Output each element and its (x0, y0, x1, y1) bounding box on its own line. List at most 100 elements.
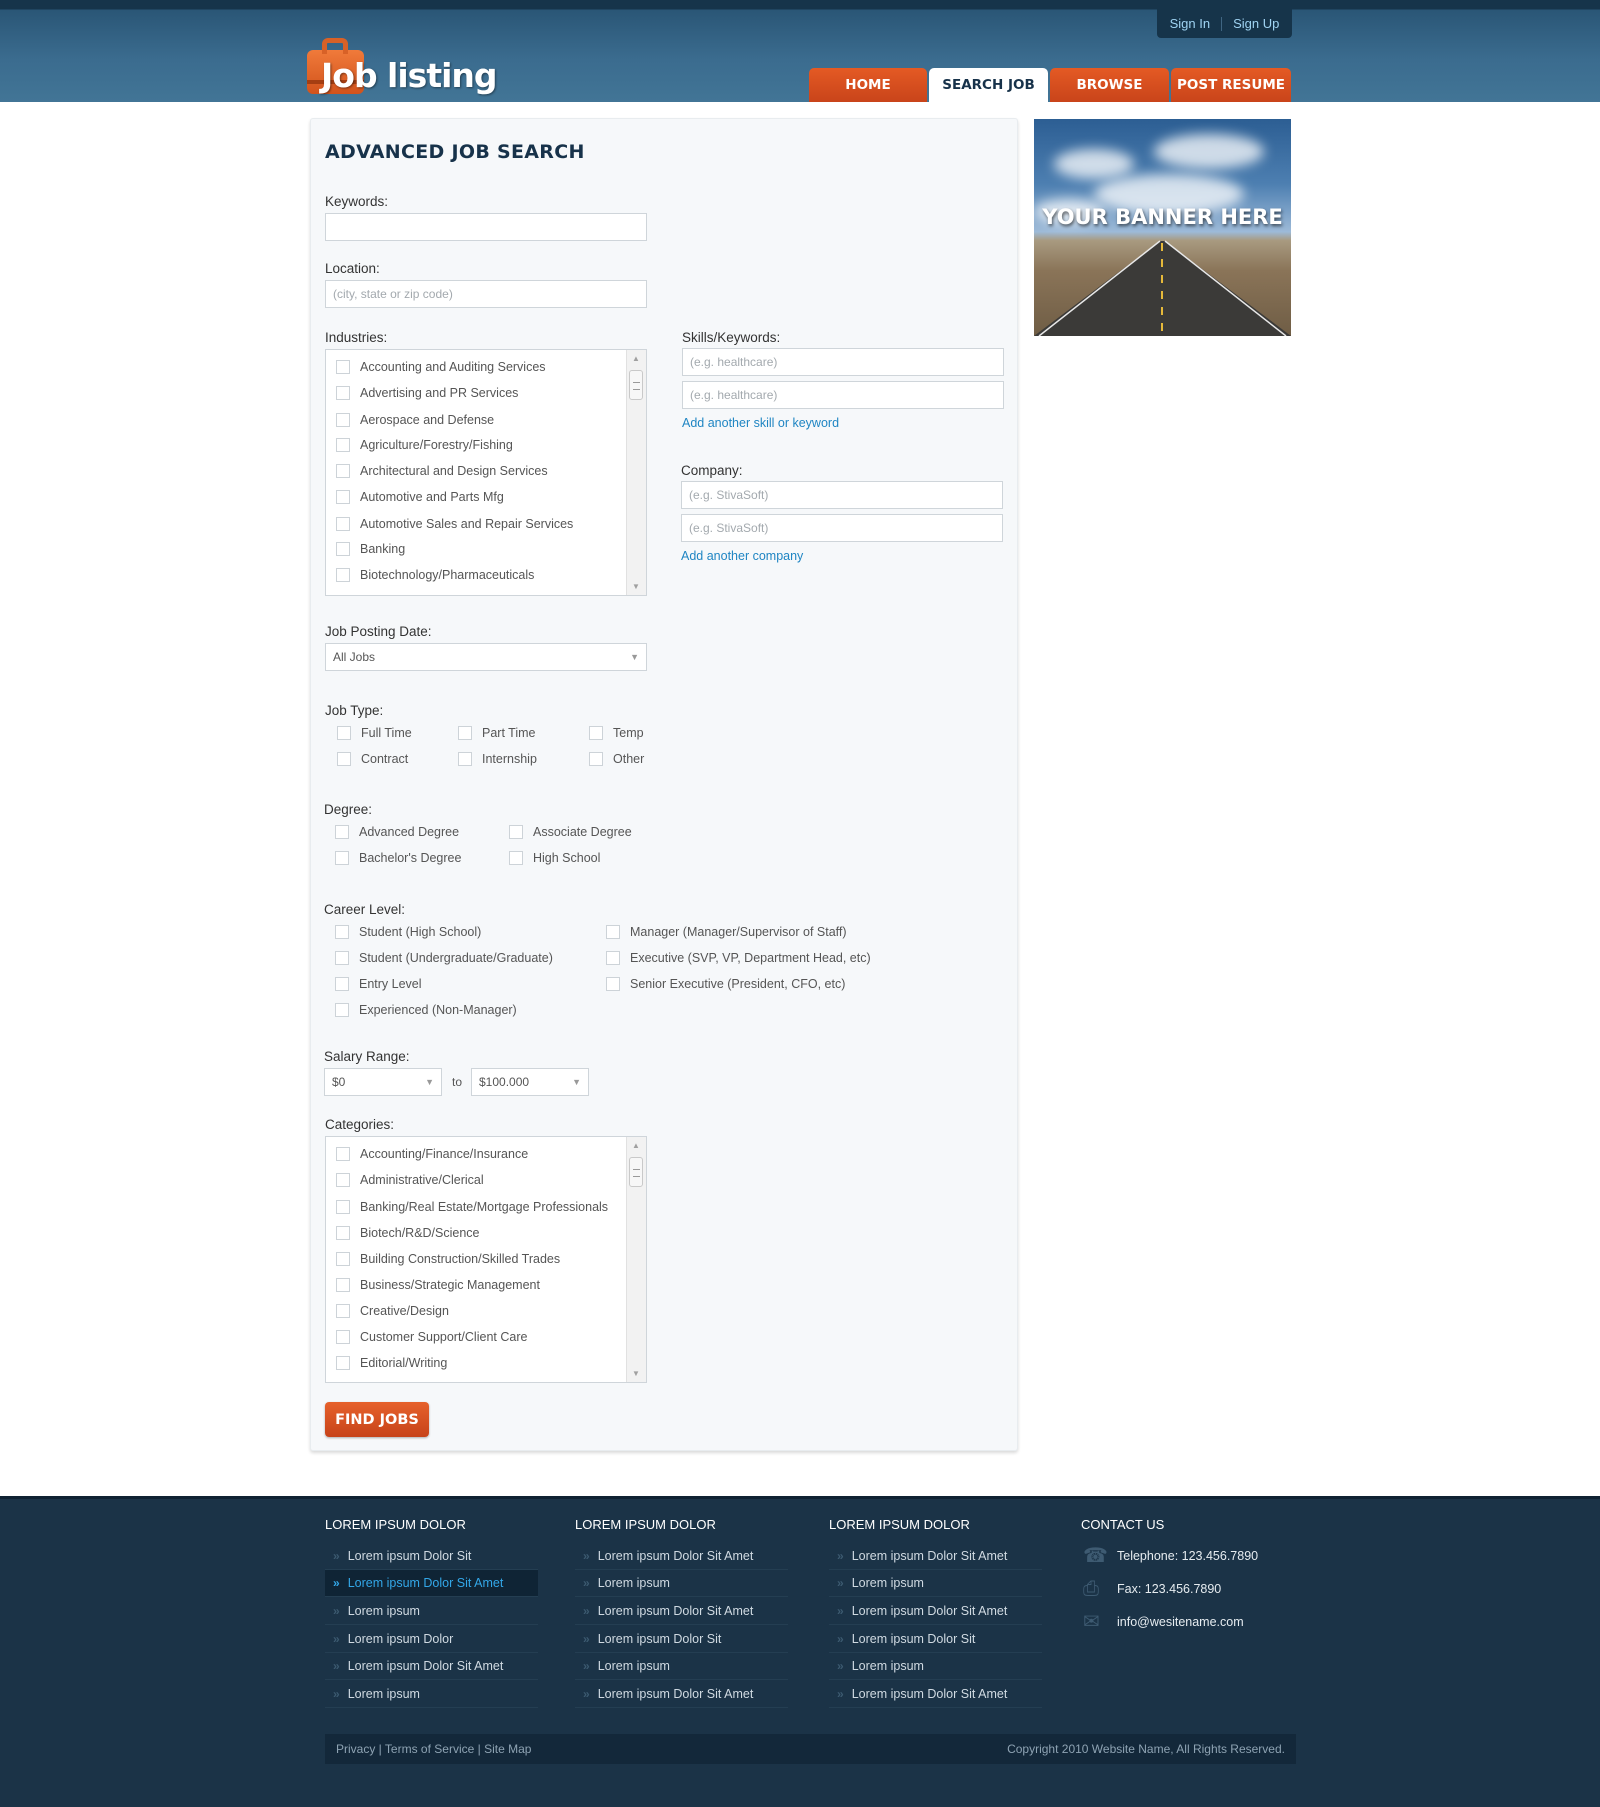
checkbox[interactable] (335, 977, 349, 991)
nav-tab-home[interactable]: HOME (809, 68, 927, 102)
checkbox[interactable] (335, 825, 349, 839)
checkbox[interactable] (509, 851, 523, 865)
checkbox[interactable] (336, 360, 350, 374)
salary-to-select[interactable]: $100.000 ▼ (471, 1068, 589, 1096)
list-item[interactable]: Biotechnology/Pharmaceuticals (336, 562, 534, 588)
checkbox[interactable] (336, 1173, 350, 1187)
scroll-thumb[interactable] (629, 1157, 643, 1187)
checkbox[interactable] (606, 925, 620, 939)
list-item[interactable]: Automotive and Parts Mfg (336, 484, 504, 510)
scroll-down-icon[interactable]: ▼ (632, 582, 640, 591)
list-item[interactable]: Creative/Design (336, 1298, 449, 1324)
footer-link[interactable]: » Lorem ipsum Dolor Sit Amet (575, 1543, 788, 1570)
checkbox[interactable] (336, 1278, 350, 1292)
footer-link[interactable]: » Lorem ipsum Dolor Sit Amet (575, 1598, 788, 1625)
footer-link[interactable]: » Lorem ipsum Dolor Sit Amet (829, 1598, 1042, 1625)
checkbox[interactable] (336, 413, 350, 427)
checkbox[interactable] (336, 1330, 350, 1344)
footer-link[interactable]: » Lorem ipsum (575, 1570, 788, 1597)
list-item[interactable]: Banking/Real Estate/Mortgage Professiona… (336, 1194, 608, 1220)
list-item[interactable]: Architectural and Design Services (336, 458, 548, 484)
list-item[interactable]: Biotech/R&D/Science (336, 1220, 480, 1246)
job-type-other[interactable]: Other (589, 752, 644, 766)
footer-link[interactable]: » Lorem ipsum (575, 1653, 788, 1680)
footer-link[interactable]: » Lorem ipsum Dolor Sit (829, 1626, 1042, 1653)
logo[interactable]: Job listing (307, 36, 498, 102)
list-item[interactable]: Agriculture/Forestry/Fishing (336, 432, 513, 458)
checkbox[interactable] (336, 438, 350, 452)
categories-listbox[interactable]: Accounting/Finance/Insurance Administrat… (325, 1136, 647, 1383)
job-type-temp[interactable]: Temp (589, 726, 644, 740)
list-item[interactable]: Customer Support/Client Care (336, 1324, 527, 1350)
checkbox[interactable] (606, 977, 620, 991)
checkbox[interactable] (336, 1356, 350, 1370)
job-type-part-time[interactable]: Part Time (458, 726, 536, 740)
checkbox[interactable] (336, 490, 350, 504)
nav-tab-search-job[interactable]: SEARCH JOB (929, 68, 1048, 102)
privacy-link[interactable]: Privacy (336, 1742, 375, 1756)
footer-link[interactable]: » Lorem ipsum Dolor Sit Amet (325, 1653, 538, 1680)
footer-link[interactable]: » Lorem ipsum (325, 1598, 538, 1625)
list-item[interactable]: Building Construction/Skilled Trades (336, 1246, 560, 1272)
posting-date-select[interactable]: All Jobs ▼ (325, 643, 647, 671)
checkbox[interactable] (336, 386, 350, 400)
job-type-full-time[interactable]: Full Time (337, 726, 412, 740)
checkbox[interactable] (589, 726, 603, 740)
add-skill-link[interactable]: Add another skill or keyword (682, 416, 839, 430)
career-executive[interactable]: Executive (SVP, VP, Department Head, etc… (606, 951, 871, 965)
degree-advanced[interactable]: Advanced Degree (335, 825, 459, 839)
terms-link[interactable]: Terms of Service (385, 1742, 474, 1756)
salary-from-select[interactable]: $0 ▼ (324, 1068, 442, 1096)
scroll-up-icon[interactable]: ▲ (632, 1141, 640, 1150)
checkbox[interactable] (336, 1226, 350, 1240)
nav-tab-post-resume[interactable]: POST RESUME (1171, 68, 1291, 102)
checkbox[interactable] (335, 925, 349, 939)
nav-tab-browse[interactable]: BROWSE (1050, 68, 1169, 102)
checkbox[interactable] (336, 1200, 350, 1214)
checkbox[interactable] (606, 951, 620, 965)
industries-listbox[interactable]: Accounting and Auditing Services Adverti… (325, 349, 647, 596)
contact-email[interactable]: ✉ info@wesitename.com (1083, 1612, 1244, 1632)
checkbox[interactable] (336, 1147, 350, 1161)
checkbox[interactable] (337, 726, 351, 740)
banner-ad[interactable]: YOUR BANNER HERE (1034, 119, 1291, 336)
add-company-link[interactable]: Add another company (681, 549, 803, 563)
checkbox[interactable] (336, 1304, 350, 1318)
checkbox[interactable] (336, 464, 350, 478)
footer-link[interactable]: » Lorem ipsum Dolor Sit Amet (829, 1681, 1042, 1708)
scroll-down-icon[interactable]: ▼ (632, 1369, 640, 1378)
checkbox[interactable] (335, 1003, 349, 1017)
scrollbar[interactable]: ▲ ▼ (626, 350, 646, 595)
checkbox[interactable] (336, 517, 350, 531)
list-item[interactable]: Business/Strategic Management (336, 1272, 540, 1298)
find-jobs-button[interactable]: FIND JOBS (325, 1402, 429, 1437)
checkbox[interactable] (589, 752, 603, 766)
career-entry-level[interactable]: Entry Level (335, 977, 422, 991)
degree-associate[interactable]: Associate Degree (509, 825, 632, 839)
scroll-thumb[interactable] (629, 370, 643, 400)
list-item[interactable]: Aerospace and Defense (336, 407, 494, 433)
checkbox[interactable] (458, 726, 472, 740)
job-type-internship[interactable]: Internship (458, 752, 537, 766)
footer-link[interactable]: » Lorem ipsum Dolor Sit Amet (575, 1681, 788, 1708)
skills-input-1[interactable]: (e.g. healthcare) (682, 348, 1004, 376)
career-experienced[interactable]: Experienced (Non-Manager) (335, 1003, 517, 1017)
degree-high-school[interactable]: High School (509, 851, 600, 865)
list-item[interactable]: Accounting/Finance/Insurance (336, 1141, 528, 1167)
checkbox[interactable] (509, 825, 523, 839)
sign-up-link[interactable]: Sign Up (1222, 16, 1290, 31)
skills-input-2[interactable]: (e.g. healthcare) (682, 381, 1004, 409)
footer-link[interactable]: » Lorem ipsum (325, 1681, 538, 1708)
list-item[interactable]: Advertising and PR Services (336, 380, 518, 406)
career-manager[interactable]: Manager (Manager/Supervisor of Staff) (606, 925, 847, 939)
checkbox[interactable] (458, 752, 472, 766)
list-item[interactable]: Administrative/Clerical (336, 1167, 484, 1193)
checkbox[interactable] (335, 951, 349, 965)
footer-link[interactable]: » Lorem ipsum (829, 1653, 1042, 1680)
checkbox[interactable] (335, 851, 349, 865)
company-input-2[interactable]: (e.g. StivaSoft) (681, 514, 1003, 542)
keywords-input[interactable] (325, 213, 647, 241)
sitemap-link[interactable]: Site Map (484, 1742, 531, 1756)
career-student-high-school[interactable]: Student (High School) (335, 925, 481, 939)
checkbox[interactable] (336, 542, 350, 556)
